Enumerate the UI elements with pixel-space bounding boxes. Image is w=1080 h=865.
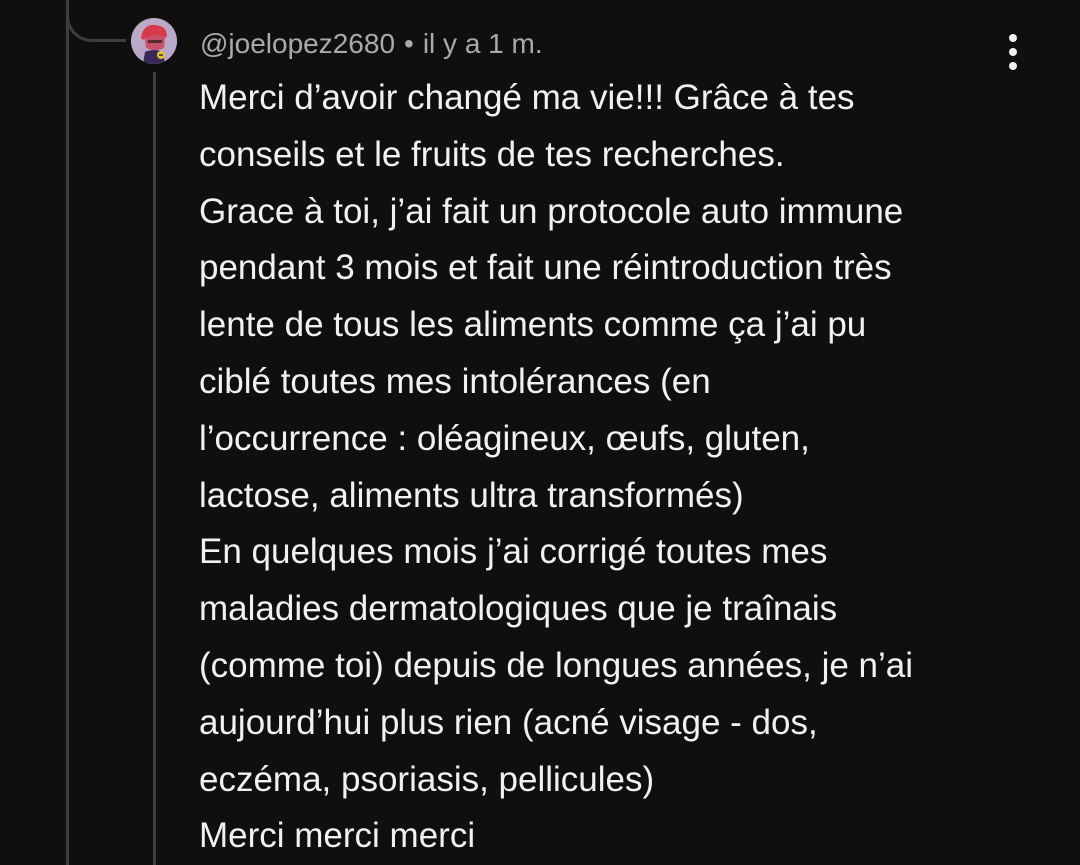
avatar[interactable]	[131, 18, 177, 64]
comment-text: Merci d’avoir changé ma vie!!! Grâce à t…	[199, 70, 1059, 865]
comment-line: ciblé toutes mes intolérances (en	[199, 361, 711, 401]
comment-line: aujourd’hui plus rien (acné visage - dos…	[199, 702, 818, 742]
comment-line: lente de tous les aliments comme ça j’ai…	[199, 305, 867, 345]
comment-line: conseils et le fruits de tes recherches.	[199, 134, 785, 174]
comment-line: maladies dermatologiques que je traînais	[199, 589, 838, 629]
comment-line: (comme toi) depuis de longues années, je…	[199, 645, 914, 685]
comment-line: Merci d’avoir changé ma vie!!! Grâce à t…	[199, 78, 855, 117]
menu-dot	[1009, 48, 1017, 56]
comment-header: @joelopez2680 • il y a 1 m.	[200, 26, 543, 62]
comment-line: En quelques mois j’ai corrigé toutes mes	[199, 532, 828, 572]
more-vertical-icon[interactable]	[996, 30, 1032, 74]
meta-separator: •	[404, 28, 414, 59]
comment-line: lactose, aliments ultra transformés)	[199, 475, 744, 515]
menu-dot	[1009, 34, 1017, 42]
comment-line: pendant 3 mois et fait une réintroductio…	[199, 248, 892, 288]
comment-line: Grace à toi, j’ai fait un protocole auto…	[199, 191, 904, 231]
thread-connector	[66, 0, 126, 42]
comment-timestamp[interactable]: il y a 1 m.	[423, 28, 543, 60]
comment-line: Merci merci merci	[199, 816, 476, 856]
author-handle[interactable]: @joelopez2680	[200, 28, 395, 60]
thread-line-reply	[153, 72, 156, 865]
thread-line-parent	[66, 0, 69, 865]
comment-line: eczéma, psoriasis, pellicules)	[199, 759, 655, 799]
menu-dot	[1009, 62, 1017, 70]
comment-thread: @joelopez2680 • il y a 1 m. Merci d’avoi…	[0, 0, 1080, 865]
comment-line: l’occurrence : oléagineux, œufs, gluten,	[199, 418, 810, 458]
